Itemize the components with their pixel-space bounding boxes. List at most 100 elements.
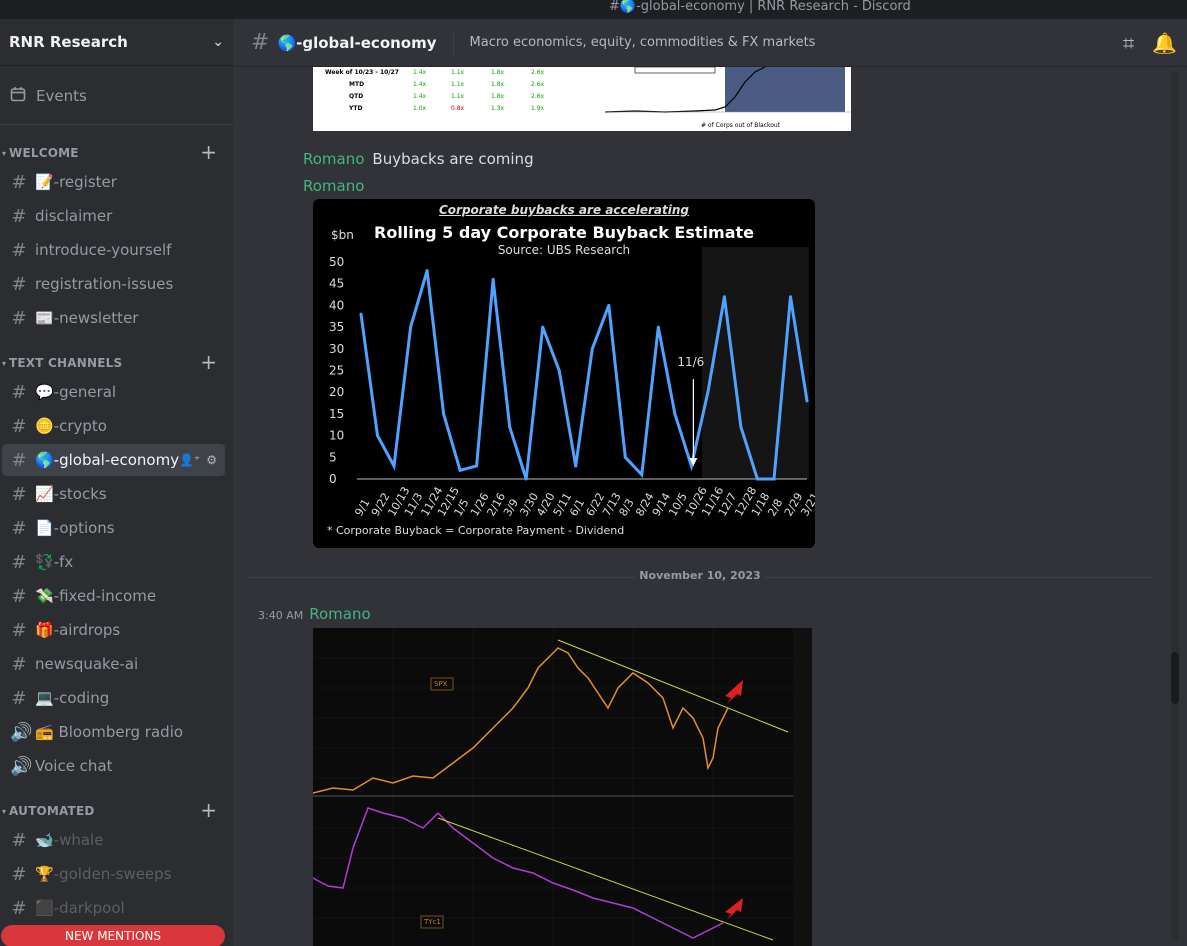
threads-icon[interactable]: ⌗ — [1123, 31, 1134, 55]
channel-topic[interactable]: Macro economics, equity, commodities & F… — [470, 35, 816, 50]
channel-stocks[interactable]: # 📈-stocks — [2, 478, 225, 510]
category-label: AUTOMATED — [9, 804, 95, 818]
table-cell: 1.4x — [413, 81, 427, 88]
buyback-point — [491, 277, 495, 281]
text-channel-icon: # — [11, 619, 27, 641]
buyback-point — [574, 464, 578, 468]
channel-newsquake-ai[interactable]: # newsquake-ai — [2, 648, 225, 680]
text-channel-icon: # — [11, 415, 27, 437]
add-channel-icon[interactable]: + — [200, 350, 217, 374]
channel-introduce-yourself[interactable]: # introduce-yourself — [2, 234, 225, 266]
channel-name: 🌎-global-economy — [277, 33, 437, 52]
channel-register[interactable]: # 📝-register — [2, 166, 225, 198]
buyback-point — [706, 390, 710, 394]
message: Romano — [303, 176, 364, 195]
buyback-point — [788, 295, 792, 299]
text-channel-icon: # — [11, 687, 27, 709]
add-member-icon[interactable]: 👤⁺ — [179, 453, 200, 467]
channel-general[interactable]: # 💬-general — [2, 376, 225, 408]
channel-label: 📰-newsletter — [35, 309, 139, 327]
channel-bloomberg-radio[interactable]: 🔊 📻 Bloomberg radio — [2, 716, 225, 748]
channel-fx[interactable]: # 💱-fx — [2, 546, 225, 578]
attachment-image-table[interactable]: Week of 10/23 - 10/27 1.4x 1.1x 1.8x 2.6x MT… — [313, 67, 851, 131]
buyback-point — [673, 412, 677, 416]
channel-whale[interactable]: # 🐋-whale — [2, 824, 225, 856]
channel-disclaimer[interactable]: # disclaimer — [2, 200, 225, 232]
message: 3:40 AM Romano — [258, 605, 371, 623]
text-channel-icon: # — [11, 863, 27, 885]
table-cell: 1.8x — [491, 69, 505, 76]
server-header[interactable]: RNR Research ⌄ — [0, 19, 233, 66]
scrollbar-thumb[interactable] — [1171, 652, 1179, 704]
buyback-point — [458, 468, 462, 472]
add-channel-icon[interactable]: + — [200, 140, 217, 164]
channel-darkpool[interactable]: # ⬛-darkpool — [2, 892, 225, 924]
message-timestamp[interactable]: 3:40 AM — [258, 609, 303, 622]
category-automated[interactable]: ▾ AUTOMATED + — [0, 798, 233, 822]
table-cell: 2.6x — [531, 81, 545, 88]
text-channel-icon: # — [11, 897, 27, 919]
buyback-point — [425, 269, 429, 273]
buyback-point — [557, 369, 561, 372]
chart-caption: # of Corps out of Blackout — [701, 122, 781, 129]
buyback-line-chart: 051015202530354045509/19/2210/1311/311/2… — [329, 247, 815, 519]
buyback-point — [409, 325, 413, 329]
sidebar-divider — [0, 124, 233, 125]
text-channel-icon: # — [11, 653, 27, 675]
text-channel-icon: # — [11, 273, 27, 295]
message-author[interactable]: Romano — [303, 177, 364, 195]
attachment-image-buyback-chart[interactable]: Corporate buybacks are accelerating Roll… — [313, 199, 815, 548]
y-tick-label: 25 — [329, 364, 344, 378]
channel-label: disclaimer — [35, 207, 113, 225]
add-channel-icon[interactable]: + — [200, 798, 217, 822]
channel-label: 💬-general — [35, 383, 117, 401]
events-item[interactable]: Events — [0, 81, 233, 111]
channel-label: 🏆-golden-sweeps — [35, 865, 172, 883]
text-channel-icon: # — [11, 205, 27, 227]
message-author[interactable]: Romano — [309, 605, 370, 623]
category-welcome[interactable]: ▾ WELCOME + — [0, 140, 233, 164]
new-mentions-button[interactable]: NEW MENTIONS — [1, 925, 225, 946]
y-tick-label: 0 — [329, 472, 337, 486]
attachment-image-spx-chart[interactable]: SPX TYc1 — [313, 628, 812, 946]
channel-registration-issues[interactable]: # registration-issues — [2, 268, 225, 300]
chart-footnote: * Corporate Buyback = Corporate Payment … — [327, 524, 625, 537]
channel-voice-chat[interactable]: 🔊 Voice chat — [2, 750, 225, 782]
buyback-point — [722, 295, 726, 299]
blackout-chart: # of Corps out of Blackout — [604, 67, 851, 131]
chevron-down-icon: ⌄ — [212, 34, 224, 50]
chat-main: # 🌎-global-economy Macro economics, equi… — [233, 19, 1187, 946]
channel-label: 📈-stocks — [35, 485, 107, 503]
channel-golden-sweeps[interactable]: # 🏆-golden-sweeps — [2, 858, 225, 890]
buyback-point — [755, 477, 759, 481]
caret-down-icon: ▾ — [2, 148, 7, 158]
annotation-label: 11/6 — [677, 355, 704, 369]
channel-label: registration-issues — [35, 275, 174, 293]
category-text-channels[interactable]: ▾ TEXT CHANNELS + — [0, 350, 233, 374]
buyback-point — [392, 464, 396, 468]
channel-airdrops[interactable]: # 🎁-airdrops — [2, 614, 225, 646]
channel-label: ⬛-darkpool — [35, 899, 125, 917]
channel-label: 💻-coding — [35, 689, 110, 707]
text-channel-icon: # — [11, 551, 27, 573]
channel-coding[interactable]: # 💻-coding — [2, 682, 225, 714]
text-channel-icon: # — [251, 30, 270, 55]
table-cell: 1.8x — [491, 81, 505, 88]
buyback-point — [442, 412, 446, 416]
message-text: Buybacks are coming — [372, 150, 534, 168]
channel-newsletter[interactable]: # 📰-newsletter — [2, 302, 225, 334]
buyback-point — [689, 464, 693, 468]
channel-crypto[interactable]: # 🪙-crypto — [2, 410, 225, 442]
channel-options[interactable]: # 📄-options — [2, 512, 225, 544]
channel-fixed-income[interactable]: # 💸-fixed-income — [2, 580, 225, 612]
table-cell: 1.0x — [413, 105, 427, 112]
table-cell: YTD — [349, 105, 363, 112]
bell-icon[interactable]: 🔔 — [1152, 31, 1177, 55]
scrollbar-track[interactable] — [1171, 71, 1179, 941]
channel-label: 📄-options — [35, 519, 115, 537]
window-titlebar: #🌎-global-economy | RNR Research - Disco… — [0, 0, 1187, 19]
message-author[interactable]: Romano — [303, 150, 364, 168]
table-cell: 1.1x — [451, 93, 465, 100]
channel-global-economy[interactable]: # 🌎-global-economy 👤⁺ ⚙ — [2, 444, 225, 476]
gear-icon[interactable]: ⚙ — [206, 453, 217, 467]
